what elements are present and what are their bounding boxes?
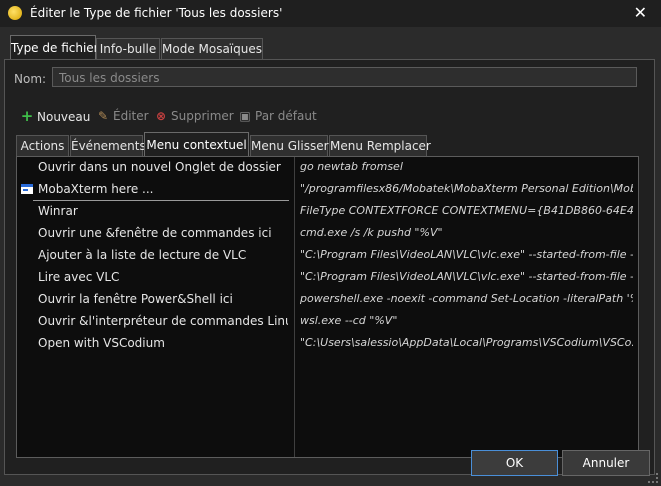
entry-command: go newtab fromsel <box>300 160 403 173</box>
list-item[interactable]: Ouvrir &l'interpréteur de commandes Linu… <box>17 311 637 333</box>
edit-button[interactable]: ✎ Éditer <box>96 107 149 125</box>
entry-name: Ouvrir dans un nouvel Onglet de dossier <box>38 160 281 174</box>
dialog-body: Type de fichier Info-bulle Mode Mosaïque… <box>0 27 661 486</box>
folder-type-icon <box>8 6 22 20</box>
window-title: Éditer le Type de fichier 'Tous les doss… <box>30 6 283 20</box>
name-input[interactable]: Tous les dossiers <box>52 67 637 87</box>
list-item[interactable]: Winrar FileType CONTEXTFORCE CONTEXTMENU… <box>17 201 637 223</box>
entry-name: Ouvrir &l'interpréteur de commandes Linu… <box>38 314 288 328</box>
close-icon[interactable]: ✕ <box>634 3 647 22</box>
tab-type-de-fichier[interactable]: Type de fichier <box>10 35 99 60</box>
context-menu-list[interactable]: Ouvrir dans un nouvel Onglet de dossier … <box>16 156 639 458</box>
default-label: Par défaut <box>255 109 317 123</box>
tab-menu-glisser[interactable]: Menu Glisser <box>250 135 329 156</box>
list-item[interactable]: Ouvrir une &fenêtre de commandes ici cmd… <box>17 223 637 245</box>
default-button[interactable]: ▣ Par défaut <box>238 107 317 125</box>
resize-grip[interactable] <box>648 473 658 483</box>
entry-command: "/programfilesx86/Mobatek\MobaXterm Pers… <box>300 182 633 195</box>
entry-command: "C:\Program Files\VideoLAN\VLC\vlc.exe" … <box>300 248 633 261</box>
entry-name: MobaXterm here ... <box>38 182 154 196</box>
cancel-button[interactable]: Annuler <box>562 450 650 476</box>
entry-command: FileType CONTEXTFORCE CONTEXTMENU={B41DB… <box>300 204 633 217</box>
entry-command: "C:\Users\salessio\AppData\Local\Program… <box>300 336 633 349</box>
new-button[interactable]: + Nouveau <box>20 107 91 125</box>
pencil-icon: ✎ <box>97 109 109 123</box>
delete-button[interactable]: ⊗ Supprimer <box>154 107 234 125</box>
new-label: Nouveau <box>37 110 91 124</box>
entry-name: Ouvrir la fenêtre Power&Shell ici <box>38 292 233 306</box>
tab-evenements[interactable]: Événements <box>70 135 146 156</box>
tab-menu-remplacer[interactable]: Menu Remplacer <box>329 135 431 156</box>
mobaxterm-icon <box>21 184 33 194</box>
list-item[interactable]: Open with VSCodium "C:\Users\salessio\Ap… <box>17 333 637 355</box>
entry-command: "C:\Program Files\VideoLAN\VLC\vlc.exe" … <box>300 270 633 283</box>
entry-name: Ajouter à la liste de lecture de VLC <box>38 248 247 262</box>
plus-icon: + <box>20 107 34 125</box>
entry-command: powershell.exe -noexit -command Set-Loca… <box>300 292 633 305</box>
tab-info-bulle[interactable]: Info-bulle <box>96 38 160 59</box>
delete-icon: ⊗ <box>155 109 167 123</box>
list-item[interactable]: Ajouter à la liste de lecture de VLC "C:… <box>17 245 637 267</box>
delete-label: Supprimer <box>171 109 234 123</box>
tab-mode-mosaiques[interactable]: Mode Mosaïques <box>161 38 263 59</box>
entry-name: Ouvrir une &fenêtre de commandes ici <box>38 226 272 240</box>
entry-name: Winrar <box>38 204 78 218</box>
title-bar: Éditer le Type de fichier 'Tous les doss… <box>0 0 661 27</box>
entry-name: Open with VSCodium <box>38 336 165 350</box>
tab-actions[interactable]: Actions <box>16 135 69 156</box>
entry-command: wsl.exe --cd "%V" <box>300 314 398 327</box>
list-item[interactable]: Ouvrir dans un nouvel Onglet de dossier … <box>17 157 637 179</box>
name-label: Nom: <box>14 72 47 86</box>
list-item[interactable]: Lire avec VLC "C:\Program Files\VideoLAN… <box>17 267 637 289</box>
entry-command: cmd.exe /s /k pushd "%V" <box>300 226 443 239</box>
list-item[interactable]: MobaXterm here ... "/programfilesx86/Mob… <box>17 179 637 201</box>
entry-name: Lire avec VLC <box>38 270 120 284</box>
list-item[interactable]: Ouvrir la fenêtre Power&Shell ici powers… <box>17 289 637 311</box>
ok-button[interactable]: OK <box>471 450 558 476</box>
reset-default-icon: ▣ <box>239 109 251 123</box>
tab-menu-contextuel[interactable]: Menu contextuel <box>144 132 249 157</box>
edit-label: Éditer <box>113 109 149 123</box>
